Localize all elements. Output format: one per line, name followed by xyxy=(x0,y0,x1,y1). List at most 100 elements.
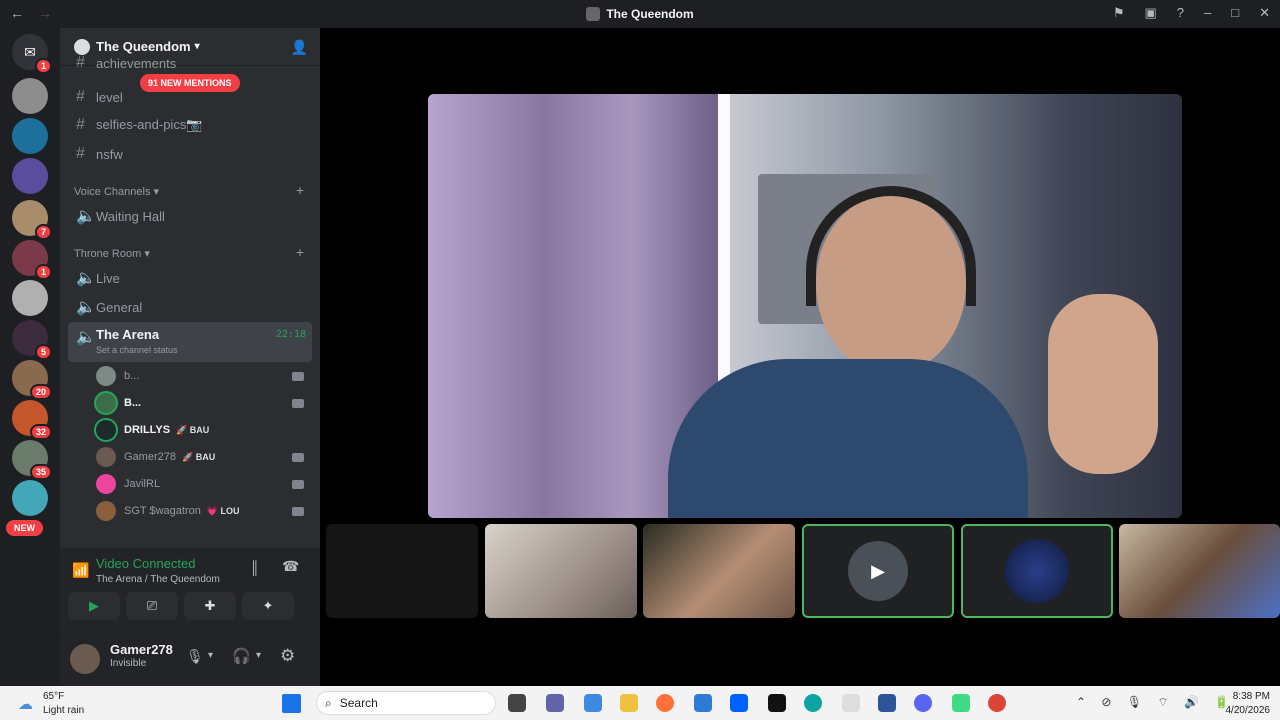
avatar xyxy=(96,420,116,440)
minimize-icon[interactable]: – xyxy=(1204,5,1211,21)
voice-status[interactable]: Video Connected xyxy=(96,556,196,571)
server-icon[interactable]: 1 xyxy=(12,240,52,280)
folder-icon[interactable] xyxy=(620,694,638,712)
server-icon[interactable]: 35 xyxy=(12,440,52,480)
server-icon[interactable]: 5 xyxy=(12,320,52,360)
speaker-icon: 🔈 xyxy=(76,299,96,316)
participant-tile[interactable] xyxy=(326,524,478,618)
activities-button[interactable]: ✚ xyxy=(184,592,236,620)
camera-icon xyxy=(292,371,304,381)
notepad-icon[interactable] xyxy=(842,694,860,712)
server-icon[interactable] xyxy=(12,280,48,316)
channel-selfies[interactable]: # selfies-and-pics📷 xyxy=(68,112,312,138)
taskbar-search[interactable]: ⌕ Search xyxy=(316,691,496,715)
voice-user[interactable]: Gamer278 🚀 BAU xyxy=(96,446,308,468)
edge-icon[interactable] xyxy=(804,694,822,712)
avatar xyxy=(96,474,116,494)
camera-icon xyxy=(292,452,304,462)
voice-user[interactable]: B... xyxy=(96,392,308,414)
person-shirt xyxy=(668,359,1028,518)
voice-location[interactable]: The Arena / The Queendom xyxy=(96,574,220,585)
focused-video-stream[interactable] xyxy=(428,94,1182,518)
camera-icon xyxy=(292,479,304,489)
windows-start-icon[interactable] xyxy=(282,694,301,713)
android-icon[interactable] xyxy=(952,694,970,712)
microphone-icon[interactable]: 🎙 xyxy=(186,648,204,665)
channel-level[interactable]: # level xyxy=(68,84,312,110)
channel-the-arena[interactable]: 🔈 The Arena Set a channel status 22:18 xyxy=(68,322,312,362)
arena-name: The Arena xyxy=(96,327,160,342)
channel-waiting-hall[interactable]: 🔈 Waiting Hall xyxy=(68,203,312,229)
voice-user[interactable]: SGT $wagatron 💗 LOU xyxy=(96,500,308,522)
category-voice[interactable]: Voice Channels ▾ xyxy=(74,185,159,198)
server-icon[interactable] xyxy=(12,158,48,194)
participant-tile[interactable]: ▶ xyxy=(802,524,954,618)
chevron-down-icon[interactable]: ▾ xyxy=(208,650,213,661)
word-icon[interactable] xyxy=(878,694,896,712)
camera-icon xyxy=(292,398,304,408)
channel-live[interactable]: 🔈 Live xyxy=(68,265,312,291)
server-icon[interactable]: 32 xyxy=(12,400,52,440)
participant-tile[interactable] xyxy=(485,524,637,618)
notion-icon[interactable] xyxy=(768,694,786,712)
new-unreads-pill[interactable]: NEW xyxy=(6,520,43,536)
hand xyxy=(1048,294,1158,474)
discord-home-icon[interactable]: ✉ 1 xyxy=(12,34,52,74)
teams-icon[interactable] xyxy=(546,694,564,712)
channel-nsfw[interactable]: # nsfw xyxy=(68,141,312,167)
screen-share-button[interactable]: ⎚ xyxy=(126,592,178,620)
chrome-icon[interactable] xyxy=(988,694,1006,712)
weather-desc[interactable]: Light rain xyxy=(43,705,84,716)
video-call-area: ▶ xyxy=(320,28,1280,686)
signal-icon[interactable]: 📶 xyxy=(72,562,89,579)
pin-icon[interactable]: ⚑ xyxy=(1113,5,1125,21)
category-throne-room[interactable]: Throne Room ▾ xyxy=(74,247,150,260)
participant-tile[interactable] xyxy=(643,524,795,618)
voice-user[interactable]: JavilRL xyxy=(96,473,308,495)
voice-user[interactable]: b... xyxy=(96,365,308,387)
server-icon[interactable]: 7 xyxy=(12,200,52,240)
discord-icon[interactable] xyxy=(914,694,932,712)
clock-time[interactable]: 8:38 PM xyxy=(1233,691,1270,702)
help-icon[interactable]: ? xyxy=(1177,5,1184,21)
maximize-icon[interactable]: □ xyxy=(1231,5,1239,21)
participant-avatar xyxy=(1005,539,1069,603)
server-icon[interactable] xyxy=(12,480,48,516)
server-icon[interactable]: 20 xyxy=(12,360,52,400)
server-icon[interactable] xyxy=(12,78,48,114)
participant-tile[interactable] xyxy=(961,524,1113,618)
channel-achievements[interactable]: # achievements xyxy=(68,56,312,70)
arena-timer: 22:18 xyxy=(275,329,306,340)
add-channel-icon[interactable]: + xyxy=(296,182,304,198)
avatar[interactable] xyxy=(70,644,100,674)
weather-temp[interactable]: 65°F xyxy=(43,691,64,702)
add-member-icon[interactable]: 👤 xyxy=(291,39,308,56)
disconnect-icon[interactable]: ☎ xyxy=(282,558,299,575)
noise-suppression-icon[interactable]: ║ xyxy=(250,560,259,575)
clock-date[interactable]: 4/20/2026 xyxy=(1226,705,1271,716)
camera-button[interactable]: ▶ xyxy=(68,592,120,620)
tray-icons[interactable]: ⌃ ⊘ 🎙 ⌔ 🔊 🔋 xyxy=(1076,695,1235,710)
settings-gear-icon[interactable]: ⚙ xyxy=(280,646,295,666)
close-icon[interactable]: ✕ xyxy=(1259,5,1270,21)
headphones-icon[interactable]: 🎧 xyxy=(232,647,251,665)
soundboard-button[interactable]: ✦ xyxy=(242,592,294,620)
channel-general[interactable]: 🔈 General xyxy=(68,294,312,320)
mail-icon[interactable] xyxy=(694,694,712,712)
voice-user[interactable]: DRILLYS 🚀 BAU xyxy=(96,419,308,441)
dropbox-icon[interactable] xyxy=(730,694,748,712)
username[interactable]: Gamer278 xyxy=(110,642,173,657)
arena-status[interactable]: Set a channel status xyxy=(96,345,178,355)
add-channel-icon[interactable]: + xyxy=(296,244,304,260)
chevron-down-icon: ▾ xyxy=(194,41,200,52)
weather-icon[interactable]: ☁ xyxy=(18,695,33,713)
participant-tile[interactable] xyxy=(1119,524,1280,618)
inbox-icon[interactable]: ▣ xyxy=(1144,5,1156,21)
window-controls: ⚑ ▣ ? – □ ✕ xyxy=(1113,5,1270,21)
copilot-icon[interactable] xyxy=(584,694,602,712)
camera-icon xyxy=(292,506,304,516)
server-icon[interactable] xyxy=(12,118,48,154)
chevron-down-icon[interactable]: ▾ xyxy=(256,650,261,661)
firefox-icon[interactable] xyxy=(656,694,674,712)
file-explorer-icon[interactable] xyxy=(508,694,526,712)
